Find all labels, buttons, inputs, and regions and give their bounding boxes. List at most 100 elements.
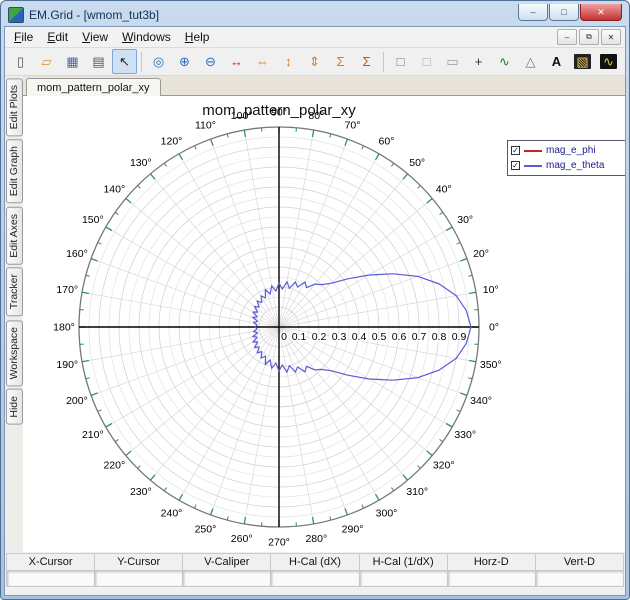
open-file-button[interactable]: ▱	[34, 49, 59, 74]
toolbar-separator	[383, 51, 384, 72]
save-icon: ▦	[66, 53, 79, 69]
content-row: Edit Plots Edit Graph Edit Axes Tracker Work…	[5, 76, 625, 552]
sidebar-item-hide[interactable]: Hide	[6, 388, 23, 425]
select-box-alt-button[interactable]: □	[414, 49, 439, 74]
svg-text:120°: 120°	[161, 135, 183, 147]
waveform-button[interactable]: ∿	[596, 49, 621, 74]
mdi-restore-button[interactable]: ⧉	[579, 29, 599, 45]
crosshair-button[interactable]: +	[466, 49, 491, 74]
status-value[interactable]	[183, 571, 271, 586]
toolbar-separator	[141, 51, 142, 72]
text-annotation-button[interactable]: A	[544, 49, 569, 74]
tab-mom-pattern-polar-xy[interactable]: mom_pattern_polar_xy	[26, 78, 161, 96]
pointer-select-icon: ↖	[119, 53, 130, 69]
sidebar-item-edit-axes[interactable]: Edit Axes	[6, 206, 23, 265]
new-document-button[interactable]: ▯	[8, 49, 33, 74]
colormap-button[interactable]: ▧	[570, 49, 595, 74]
svg-text:30°: 30°	[457, 214, 473, 226]
svg-text:0.5: 0.5	[372, 331, 387, 343]
svg-text:0.8: 0.8	[432, 331, 447, 343]
legend-line-sample	[524, 164, 542, 167]
sidebar-item-edit-plots[interactable]: Edit Plots	[6, 78, 23, 137]
svg-text:80°: 80°	[308, 110, 324, 122]
sidebar-item-workspace[interactable]: Workspace	[6, 319, 23, 386]
compress-y-icon: ⇕	[309, 53, 320, 69]
pointer-select-button[interactable]: ↖	[112, 49, 137, 74]
svg-text:10°: 10°	[483, 284, 499, 296]
status-header: Vert-D	[535, 554, 623, 571]
svg-text:290°: 290°	[342, 524, 364, 536]
select-box-button[interactable]: □	[388, 49, 413, 74]
status-col-horz-d: Horz-D	[447, 554, 536, 586]
compress-x-button[interactable]: ⇔	[250, 49, 275, 74]
svg-text:240°: 240°	[161, 508, 183, 520]
mdi-minimize-button[interactable]: –	[557, 29, 577, 45]
text-annotation-icon: A	[551, 54, 562, 69]
menu-windows[interactable]: Windows	[115, 27, 178, 47]
crosshair-icon: +	[474, 54, 483, 69]
print-button[interactable]: ▤	[86, 49, 111, 74]
sidebar-item-tracker[interactable]: Tracker	[6, 267, 23, 317]
svg-text:150°: 150°	[82, 214, 104, 226]
sidebar-item-edit-graph[interactable]: Edit Graph	[6, 139, 23, 204]
svg-text:0°: 0°	[489, 322, 499, 334]
autoscale-y-button[interactable]: Σ	[354, 49, 379, 74]
compress-x-icon: ⇔	[256, 54, 269, 69]
status-col-h-cal-1-dx: H-Cal (1/dX)	[359, 554, 448, 586]
status-bar: X-Cursor Y-Cursor V-Caliper H-Cal (dX) H-Cal…	[6, 553, 624, 587]
minimize-button[interactable]: –	[518, 4, 548, 21]
maximize-button[interactable]: □	[549, 4, 579, 21]
mdi-buttons: – ⧉ ✕	[557, 29, 623, 45]
svg-text:250°: 250°	[195, 524, 217, 536]
select-box-icon: □	[396, 54, 405, 69]
status-value[interactable]	[359, 571, 447, 586]
svg-text:0.6: 0.6	[392, 331, 407, 343]
expand-x-button[interactable]: ↔	[224, 49, 249, 74]
status-col-h-cal-dx: H-Cal (dX)	[271, 554, 360, 586]
radial-labels: 0 0.1 0.2 0.3 0.4 0.5 0.6 0.7 0.8 0.9	[280, 330, 468, 345]
spectrum-button[interactable]: ▥	[622, 49, 625, 74]
menu-file[interactable]: File	[7, 27, 40, 47]
save-button[interactable]: ▦	[60, 49, 85, 74]
main-column: mom_pattern_polar_xy mom_pattern_polar_x…	[23, 76, 625, 552]
svg-text:260°: 260°	[231, 533, 253, 545]
autoscale-y-icon: Σ	[362, 54, 371, 69]
mdi-close-button[interactable]: ✕	[601, 29, 621, 45]
title-bar: EM.Grid - [wmom_tut3b] – □ ✕	[4, 4, 626, 26]
status-value[interactable]	[271, 571, 359, 586]
tab-strip: mom_pattern_polar_xy	[23, 76, 625, 96]
status-value[interactable]	[7, 571, 95, 586]
legend-checkbox-mag-e-phi[interactable]: ✓	[511, 146, 520, 155]
app-icon	[8, 7, 24, 23]
menu-help[interactable]: Help	[178, 27, 217, 47]
close-button[interactable]: ✕	[580, 4, 622, 21]
dash-marker-button[interactable]: ▭	[440, 49, 465, 74]
zoom-in-button[interactable]: ⊕	[172, 49, 197, 74]
waveform-icon: ∿	[600, 54, 617, 69]
zoom-out-button[interactable]: ⊖	[198, 49, 223, 74]
menu-edit[interactable]: Edit	[40, 27, 75, 47]
status-value[interactable]	[535, 571, 623, 586]
status-header: V-Caliper	[183, 554, 271, 571]
expand-y-button[interactable]: ↕	[276, 49, 301, 74]
compress-y-button[interactable]: ⇕	[302, 49, 327, 74]
svg-text:0: 0	[281, 331, 287, 343]
menu-items: File Edit View Windows Help	[7, 27, 216, 47]
status-value[interactable]	[95, 571, 183, 586]
autoscale-x-button[interactable]: Σ	[328, 49, 353, 74]
svg-text:230°: 230°	[130, 486, 152, 498]
svg-text:100°: 100°	[231, 110, 253, 122]
triangle-marker-button[interactable]: △	[518, 49, 543, 74]
print-icon: ▤	[92, 53, 105, 69]
status-value[interactable]	[447, 571, 535, 586]
tracker-button[interactable]: ∿	[492, 49, 517, 74]
status-header: Horz-D	[447, 554, 535, 571]
menu-view[interactable]: View	[75, 27, 115, 47]
svg-text:200°: 200°	[66, 395, 88, 407]
dash-marker-icon: ▭	[446, 53, 459, 69]
zoom-reset-button[interactable]: ◎	[146, 49, 171, 74]
legend-checkbox-mag-e-theta[interactable]: ✓	[511, 161, 520, 170]
client-area: File Edit View Windows Help – ⧉ ✕ ▯ ▱ ▦ ▤ ↖ ◎ ⊕ ⊖ ↔ ⇔ ↕ ⇕…	[4, 26, 626, 596]
svg-text:340°: 340°	[470, 395, 492, 407]
triangle-marker-icon: △	[525, 53, 536, 69]
